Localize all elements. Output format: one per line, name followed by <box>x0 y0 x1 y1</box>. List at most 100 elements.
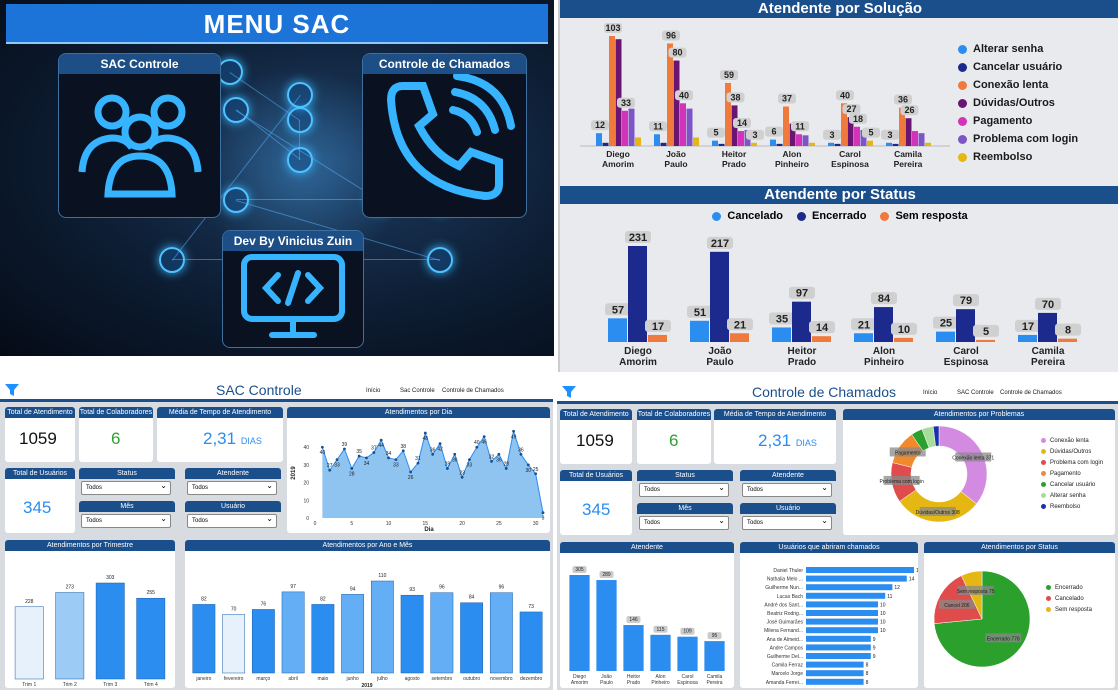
menu-panel: MENU SAC SAC Controle Controle de Chamad… <box>0 0 554 356</box>
mes-dropdown[interactable]: Todos <box>81 513 171 528</box>
data-label: 38 <box>400 444 406 450</box>
data-point <box>468 458 471 462</box>
legend-item-problema-com-login[interactable]: Problema com login <box>1041 457 1103 468</box>
bar-trim-1 <box>14 606 44 680</box>
legend-item-cancelar-usuario[interactable]: Cancelar usuário <box>958 58 1078 76</box>
category-label-heitor-prado: Heitor <box>788 346 817 357</box>
bar-trim-3 <box>95 582 125 680</box>
sac-controle-card[interactable]: SAC Controle <box>58 53 221 218</box>
nav-sac-controle[interactable]: SAC Controle <box>957 390 994 396</box>
category-label-alon-pinheiro: Alon <box>783 149 802 159</box>
phone-icon <box>386 74 515 201</box>
legend-item-duvidas-outros[interactable]: Dúvidas/Outros <box>958 94 1078 112</box>
data-label: 15 <box>916 568 918 574</box>
bar-pagamento-alon-pinheiro <box>796 134 802 146</box>
kpi-media-tempo-value: 2,31 DIAS <box>203 429 262 448</box>
mes-slicer: Mês Todos <box>79 501 175 530</box>
data-label: 36 <box>430 447 436 453</box>
atendente-dropdown[interactable]: Todos <box>742 482 832 497</box>
legend-item-conexao-lenta[interactable]: Conexão lenta <box>958 76 1078 94</box>
data-point <box>343 447 346 451</box>
legend-item-reembolso[interactable]: Reembolso <box>958 148 1078 166</box>
nav-controle-chamados[interactable]: Controle de Chamados <box>1000 390 1062 396</box>
bar-alterar-senha-camila-pereira <box>886 142 892 146</box>
data-label: 36 <box>898 95 908 105</box>
data-point <box>328 468 332 472</box>
nav-inicio[interactable]: Início <box>366 388 380 394</box>
bar-cancelar-usuario-alon-pinheiro <box>776 143 783 146</box>
legend-item-sem-resposta[interactable]: Sem resposta <box>880 210 968 222</box>
data-label: 70 <box>231 606 237 612</box>
nav-inicio[interactable]: Início <box>923 390 937 396</box>
mes-dropdown[interactable]: Todos <box>639 515 729 530</box>
legend-item-alterar-senha[interactable]: Alterar senha <box>958 40 1078 58</box>
legend-label: Sem resposta <box>1055 606 1093 613</box>
kpi-total-atendimento: Total de Atendimento 1059 <box>560 409 632 464</box>
legend-item-reembolso[interactable]: Reembolso <box>1041 501 1103 512</box>
legend-item-pagamento[interactable]: Pagamento <box>958 112 1078 130</box>
nav-controle-chamados[interactable]: Controle de Chamados <box>442 388 504 394</box>
data-label: 30 <box>526 468 532 474</box>
bar-cancelar-usuario-diego-amorim <box>602 142 609 146</box>
bar-julho <box>370 580 394 674</box>
category-label-camila-pereira: Camila <box>1032 346 1065 357</box>
data-label: 40 <box>679 90 689 100</box>
controle-chamados-card[interactable]: Controle de Chamados <box>362 53 527 218</box>
legend-item-encerrado[interactable]: Encerrado <box>1046 582 1092 593</box>
data-point <box>365 456 368 460</box>
bar-andre-dos-sant <box>806 601 878 608</box>
category-label-joao-paulo: Paulo <box>664 159 687 169</box>
legend-dot <box>958 44 967 54</box>
controle-chamados-dashboard: Controle de Chamados Início SAC Controle… <box>557 382 1118 690</box>
category-label-daniel-thuler: Daniel Thuler <box>773 568 803 574</box>
data-label: 8 <box>1065 325 1071 337</box>
legend-item-cancelado[interactable]: Cancelado <box>712 210 783 222</box>
bar-ana-de-almeid <box>806 635 871 642</box>
bar-alterar-senha-diego-amorim <box>596 133 602 146</box>
bar-reembolso-alon-pinheiro <box>809 142 815 146</box>
mes-slicer: Mês Todos <box>637 503 733 532</box>
usuario-dropdown[interactable]: Todos <box>742 515 832 530</box>
status-dropdown[interactable]: Todos <box>639 482 729 497</box>
data-label: 289 <box>602 572 611 578</box>
legend-item-alterar-senha[interactable]: Alterar senha <box>1041 490 1103 501</box>
legend-dot <box>958 80 967 90</box>
bar-andre-campos <box>806 644 871 651</box>
chamados-title: Controle de Chamados <box>752 384 896 400</box>
usuario-dropdown[interactable]: Todos <box>187 513 277 528</box>
legend-item-problema-com-login[interactable]: Problema com login <box>958 130 1078 148</box>
category-label-camila-ferraz: Camila Ferraz <box>772 663 804 669</box>
data-label: 146 <box>629 617 638 623</box>
legend-item-pagamento[interactable]: Pagamento <box>1041 468 1103 479</box>
data-label: 44 <box>378 443 384 449</box>
problemas-legend: Conexão lenta Dúvidas/Outros Problema com … <box>1041 435 1103 512</box>
x-axis-label: Dia <box>424 527 434 533</box>
atendente-slicer: Atendente Todos <box>740 470 836 499</box>
category-label-guilherme-nun: Guilherme Nun... <box>765 585 803 591</box>
data-label: 9 <box>873 654 876 660</box>
nav-sac-controle[interactable]: Sac Controle <box>400 388 435 394</box>
legend-label: Alterar senha <box>973 43 1044 55</box>
bar-sem-resposta-carol-espinosa <box>976 339 995 342</box>
legend-item-conexao-lenta[interactable]: Conexão lenta <box>1041 435 1103 446</box>
x-tick-label: 10 <box>386 521 392 527</box>
bar-problema-com-login-camila-pereira <box>918 133 925 146</box>
legend-dot <box>1046 607 1051 612</box>
filter-icon[interactable] <box>4 382 20 398</box>
legend-item-encerrado[interactable]: Encerrado <box>797 210 866 222</box>
atendimentos-problemas-chart: Atendimentos por Problemas Conexão lenta… <box>843 409 1115 535</box>
data-point <box>387 456 390 460</box>
atendente-dropdown[interactable]: Todos <box>187 480 277 495</box>
legend-item-sem-resposta[interactable]: Sem resposta <box>1046 604 1092 615</box>
legend-item-cancelar-usuario[interactable]: Cancelar usuário <box>1041 479 1103 490</box>
dev-card[interactable]: Dev By Vinicius Zuin <box>222 230 364 348</box>
legend-item-cancelado[interactable]: Cancelado <box>1046 593 1092 604</box>
status-dropdown[interactable]: Todos <box>81 480 171 495</box>
legend-dot <box>1041 438 1046 443</box>
data-label: 73 <box>528 604 534 610</box>
category-label-dezembro: dezembro <box>520 676 542 682</box>
data-label: 33 <box>467 463 473 469</box>
filter-icon[interactable] <box>561 384 577 400</box>
data-label: 3 <box>752 130 757 140</box>
legend-item-duvidas-outros[interactable]: Dúvidas/Outros <box>1041 446 1103 457</box>
